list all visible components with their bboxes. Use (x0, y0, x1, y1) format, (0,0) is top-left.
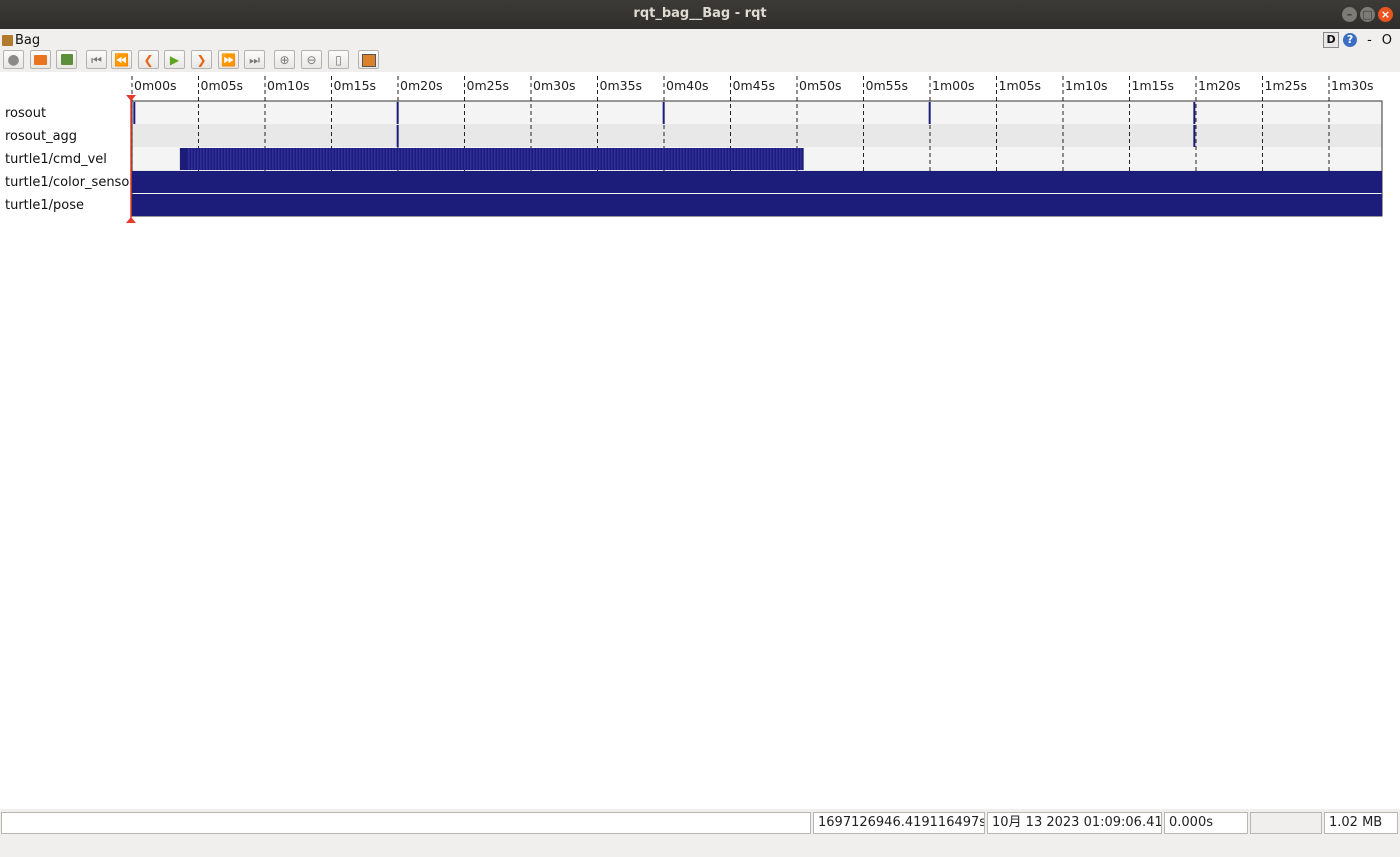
bag-icon (2, 35, 13, 46)
plugin-title-label: Bag (15, 33, 41, 48)
open-bag-button[interactable] (30, 50, 51, 69)
topic-label: rosout_agg (5, 129, 77, 144)
time-tick-label: 0m05s (201, 78, 244, 93)
play-button[interactable]: ▶ (164, 50, 185, 69)
window-titlebar: rqt_bag__Bag - rqt – □ × (0, 0, 1400, 29)
topic-message-range (132, 194, 1382, 216)
time-tick-label: 0m20s (400, 78, 443, 93)
time-tick-label: 0m00s (134, 78, 177, 93)
topic-message-mark (133, 102, 136, 124)
time-tick-label: 0m30s (533, 78, 576, 93)
topic-label: turtle1/color_sensor (5, 175, 135, 190)
thumbnail-icon (361, 54, 376, 67)
rewind-button[interactable]: ⏪ (111, 50, 132, 69)
topic-message-mark (396, 125, 399, 147)
fast-forward-button[interactable]: ⏩ (218, 50, 239, 69)
status-datetime: 10月 13 2023 01:09:06.419 (987, 812, 1162, 834)
topic-label: turtle1/cmd_vel (5, 152, 107, 167)
time-tick-label: 0m35s (600, 78, 643, 93)
zoom-out-button[interactable]: ⊖ (301, 50, 322, 69)
time-tick-label: 0m15s (334, 78, 377, 93)
time-tick-label: 1m00s (932, 78, 975, 93)
plugin-title: Bag (2, 33, 40, 48)
status-message (1, 812, 811, 834)
plugin-minimize-button[interactable]: - (1367, 33, 1372, 48)
status-extra (1250, 812, 1322, 834)
time-tick-label: 0m45s (733, 78, 776, 93)
plugin-close-button[interactable]: O (1382, 33, 1392, 48)
time-tick-label: 1m05s (999, 78, 1042, 93)
record-icon: ● (7, 52, 20, 68)
go-to-beginning-button[interactable]: ⏮ (86, 50, 107, 69)
dock-toggle-button[interactable]: D (1323, 32, 1340, 48)
plugin-titlebar: Bag D ? - O (0, 29, 1400, 49)
time-tick-label: 1m15s (1132, 78, 1175, 93)
topic-message-mark (662, 102, 665, 124)
time-tick-label: 1m30s (1331, 78, 1374, 93)
topic-message-mark (1193, 125, 1196, 147)
topic-label: turtle1/pose (5, 198, 84, 213)
bag-toolbar: ● ⏮ ⏪ ❮ ▶ ❯ ⏩ ⏭ ⊕ ⊖ ▯ (0, 49, 1400, 72)
time-tick-label: 0m25s (467, 78, 510, 93)
window-title: rqt_bag__Bag - rqt (633, 6, 767, 21)
time-tick-label: 0m55s (866, 78, 909, 93)
help-button[interactable]: ? (1343, 33, 1358, 47)
minimize-window-icon[interactable]: – (1342, 7, 1357, 22)
playhead-top-marker (126, 95, 136, 101)
status-timestamp: 1697126946.419116497s (813, 812, 985, 834)
time-tick-label: 1m10s (1065, 78, 1108, 93)
step-forward-button[interactable]: ❯ (191, 50, 212, 69)
topic-message-mark (928, 102, 931, 124)
topic-message-mark (1193, 102, 1196, 124)
timeline-canvas[interactable]: rosout rosout_agg turtle1/cmd_vel turtle1/c… (0, 72, 1400, 809)
topic-message-mark (396, 102, 399, 124)
plugin-controls: D ? - O (1323, 32, 1392, 48)
topic-label: rosout (5, 106, 46, 121)
time-tick-label: 0m10s (267, 78, 310, 93)
step-back-button[interactable]: ❮ (138, 50, 159, 69)
folder-icon (34, 55, 47, 65)
go-to-end-button[interactable]: ⏭ (244, 50, 265, 69)
status-size: 1.02 MB (1324, 812, 1398, 834)
time-tick-label: 0m40s (666, 78, 709, 93)
playhead-bottom-marker (126, 217, 136, 223)
topic-message-range (132, 171, 1382, 193)
maximize-window-icon[interactable]: □ (1360, 7, 1375, 22)
time-tick-label: 0m50s (799, 78, 842, 93)
status-bar: 1697126946.419116497s 10月 13 2023 01:09:… (0, 811, 1400, 836)
save-icon (60, 54, 73, 65)
thumbnails-button[interactable] (358, 50, 379, 69)
status-elapsed: 0.000s (1164, 812, 1248, 834)
close-window-icon[interactable]: × (1378, 7, 1393, 22)
zoom-in-button[interactable]: ⊕ (274, 50, 295, 69)
save-bag-button[interactable] (56, 50, 77, 69)
bag-timeline[interactable]: rosout rosout_agg turtle1/cmd_vel turtle1/c… (0, 72, 1400, 809)
time-tick-label: 1m20s (1198, 78, 1241, 93)
record-button[interactable]: ● (3, 50, 24, 69)
bottom-margin (0, 836, 1400, 857)
time-tick-label: 1m25s (1265, 78, 1308, 93)
zoom-reset-button[interactable]: ▯ (328, 50, 349, 69)
